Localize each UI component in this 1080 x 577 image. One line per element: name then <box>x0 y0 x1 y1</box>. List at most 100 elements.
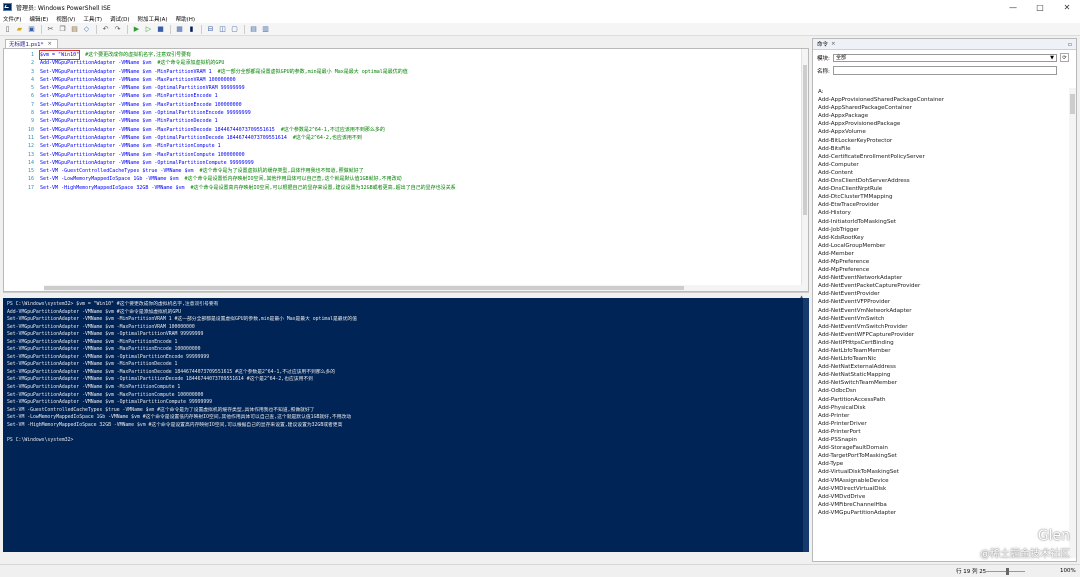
stop-icon[interactable]: ■ <box>155 24 166 35</box>
command-list-item[interactable]: Add-OdbcDsn <box>813 387 1070 395</box>
editor-line[interactable]: 9 Set-VMGpuPartitionAdapter -VMName $vm -… <box>4 117 800 125</box>
new-remote-tab-icon[interactable]: ▦ <box>174 24 185 35</box>
menu-debug[interactable]: 调试(D) <box>110 15 130 23</box>
refresh-icon[interactable]: ⟳ <box>1060 53 1069 62</box>
editor-line[interactable]: 17 Set-VM -HighMemoryMappedIoSpace 32GB -… <box>4 184 800 192</box>
command-list-item[interactable]: Add-BitsFile <box>813 145 1070 153</box>
console-pane[interactable]: PS C:\Windows\system32> $vm = "Win10" #这… <box>3 298 809 552</box>
command-list-item[interactable]: Add-DnsClientDohServerAddress <box>813 177 1070 185</box>
editor-line[interactable]: 5 Set-VMGpuPartitionAdapter -VMName $vm -… <box>4 84 800 92</box>
command-list-item[interactable]: Add-AppxVolume <box>813 128 1070 136</box>
command-list-item[interactable]: Add-NetNatExternalAddress <box>813 363 1070 371</box>
command-list-item[interactable]: Add-EtwTraceProvider <box>813 201 1070 209</box>
editor-line[interactable]: 6 Set-VMGpuPartitionAdapter -VMName $vm -… <box>4 92 800 100</box>
command-list-item[interactable]: Add-NetEventProvider <box>813 290 1070 298</box>
editor-line[interactable]: 2 Add-VMGpuPartitionAdapter -VMName $vm #这… <box>4 59 800 67</box>
command-list-item[interactable]: Add-NetEventVmNetworkAdapter <box>813 307 1070 315</box>
menu-view[interactable]: 视图(V) <box>56 15 75 23</box>
command-list-item[interactable]: Add-PrinterDriver <box>813 420 1070 428</box>
command-list-item[interactable]: Add-NetEventWFPCaptureProvider <box>813 331 1070 339</box>
command-list-item[interactable]: Add-NetLbfoTeamMember <box>813 347 1070 355</box>
command-list-item[interactable]: Add-VMFibreChannelHba <box>813 501 1070 509</box>
command-list-item[interactable]: Add-MpPreference <box>813 258 1070 266</box>
command-list-item[interactable]: Add-VMGpuPartitionAdapter <box>813 509 1070 517</box>
close-button[interactable]: ✕ <box>1054 0 1080 14</box>
copy-icon[interactable]: ❐ <box>57 24 68 35</box>
command-list-item[interactable]: Add-NetEventPacketCaptureProvider <box>813 282 1070 290</box>
command-list-item[interactable]: Add-History <box>813 209 1070 217</box>
command-list-item[interactable]: Add-PSSnapin <box>813 436 1070 444</box>
command-list-item[interactable]: Add-CertificateEnrollmentPolicyServer <box>813 153 1070 161</box>
scrollbar-thumb[interactable] <box>803 65 807 215</box>
tab-untitled-script[interactable]: 无标题1.ps1* × <box>5 39 58 48</box>
editor-line[interactable]: 8 Set-VMGpuPartitionAdapter -VMName $vm -… <box>4 109 800 117</box>
editor-line[interactable]: 14 Set-VMGpuPartitionAdapter -VMName $vm … <box>4 159 800 167</box>
command-list-item[interactable]: Add-NetEventVmSwitchProvider <box>813 323 1070 331</box>
command-list-item[interactable]: Add-PrinterPort <box>813 428 1070 436</box>
script-editor[interactable]: 1 $vm = "Win10" #这个要更改成你的虚拟机名字,注意双引号要有 2 Add… <box>3 48 809 292</box>
editor-horizontal-scrollbar[interactable] <box>44 285 804 291</box>
show-script-top-icon[interactable]: ⊟ <box>205 24 216 35</box>
command-list-item[interactable]: Add-AppxPackage <box>813 112 1070 120</box>
menu-edit[interactable]: 编辑(E) <box>29 15 48 23</box>
command-list-item[interactable]: Add-VMDirectVirtualDisk <box>813 485 1070 493</box>
command-list-item[interactable]: Add-PartitionAccessPath <box>813 396 1070 404</box>
command-list-item[interactable]: Add-VMDvdDrive <box>813 493 1070 501</box>
command-list-item[interactable]: Add-KdsRootKey <box>813 234 1070 242</box>
menu-help[interactable]: 帮助(H) <box>176 15 195 23</box>
command-list-item[interactable]: A: <box>813 88 1070 96</box>
command-list-item[interactable]: Add-AppProvisionedSharedPackageContainer <box>813 96 1070 104</box>
editor-line[interactable]: 12 Set-VMGpuPartitionAdapter -VMName $vm … <box>4 142 800 150</box>
editor-line[interactable]: 15 Set-VM -GuestControlledCacheTypes $tru… <box>4 167 800 175</box>
command-list-item[interactable]: Add-NetEventVFPProvider <box>813 298 1070 306</box>
command-list-item[interactable]: Add-NetLbfoTeamNic <box>813 355 1070 363</box>
zoom-slider[interactable] <box>985 571 1025 572</box>
command-list-item[interactable]: Add-LocalGroupMember <box>813 242 1070 250</box>
command-list-item[interactable]: Add-Content <box>813 169 1070 177</box>
console-scrollbar[interactable] <box>803 298 809 552</box>
command-list-item[interactable]: Add-PhysicalDisk <box>813 404 1070 412</box>
command-list-item[interactable]: Add-BitLockerKeyProtector <box>813 137 1070 145</box>
command-list-scrollbar[interactable] <box>1069 88 1076 558</box>
cut-icon[interactable]: ✂ <box>45 24 56 35</box>
command-list-item[interactable]: Add-InitiatorIdToMaskingSet <box>813 218 1070 226</box>
scrollbar-thumb[interactable] <box>1070 94 1075 114</box>
command-list-item[interactable]: Add-JobTrigger <box>813 226 1070 234</box>
command-list-item[interactable]: Add-TargetPortToMaskingSet <box>813 452 1070 460</box>
minimize-button[interactable]: — <box>1000 0 1026 14</box>
command-list-item[interactable]: Add-DtcClusterTMMapping <box>813 193 1070 201</box>
command-list-item[interactable]: Add-NetSwitchTeamMember <box>813 379 1070 387</box>
command-list-item[interactable]: Add-Type <box>813 460 1070 468</box>
show-script-right-icon[interactable]: ◫ <box>217 24 228 35</box>
command-list-item[interactable]: Add-AppSharedPackageContainer <box>813 104 1070 112</box>
command-list-item[interactable]: Add-MpPreference <box>813 266 1070 274</box>
start-powershell-icon[interactable]: ▮ <box>186 24 197 35</box>
collapse-arrow-icon[interactable]: ▲ <box>800 294 806 299</box>
command-list-item[interactable]: Add-NetEventVmSwitch <box>813 315 1070 323</box>
menu-addons[interactable]: 附加工具(A) <box>138 15 168 23</box>
open-folder-icon[interactable]: ▰ <box>14 24 25 35</box>
menu-tools[interactable]: 工具(T) <box>83 15 102 23</box>
undo-icon[interactable]: ↶ <box>100 24 111 35</box>
run-selection-icon[interactable]: ▷ <box>143 24 154 35</box>
editor-line[interactable]: 3 Set-VMGpuPartitionAdapter -VMName $vm -… <box>4 68 800 76</box>
command-list-item[interactable]: Add-AppxProvisionedPackage <box>813 120 1070 128</box>
command-list-item[interactable]: Add-NetIPHttpsCertBinding <box>813 339 1070 347</box>
clear-console-icon[interactable]: ◇ <box>81 24 92 35</box>
command-list-item[interactable]: Add-Computer <box>813 161 1070 169</box>
scrollbar-thumb[interactable] <box>44 286 684 290</box>
editor-line[interactable]: 16 Set-VM -LowMemoryMappedIoSpace 1Gb -VM… <box>4 175 800 183</box>
new-file-icon[interactable]: ▯ <box>2 24 13 35</box>
command-list-item[interactable]: Add-VMAssignableDevice <box>813 477 1070 485</box>
editor-line[interactable]: 7 Set-VMGpuPartitionAdapter -VMName $vm -… <box>4 101 800 109</box>
menu-file[interactable]: 文件(F) <box>3 15 21 23</box>
command-list-item[interactable]: Add-VirtualDiskToMaskingSet <box>813 468 1070 476</box>
show-commands-icon[interactable]: ▤ <box>248 24 259 35</box>
command-list-item[interactable]: Add-NetNatStaticMapping <box>813 371 1070 379</box>
command-list-item[interactable]: Add-Member <box>813 250 1070 258</box>
panel-options-icon[interactable]: ▫ <box>1068 41 1072 48</box>
editor-line[interactable]: 11 Set-VMGpuPartitionAdapter -VMName $vm … <box>4 134 800 142</box>
command-list-item[interactable]: Add-Printer <box>813 412 1070 420</box>
editor-line[interactable]: 13 Set-VMGpuPartitionAdapter -VMName $vm … <box>4 151 800 159</box>
run-script-icon[interactable]: ▶ <box>131 24 142 35</box>
